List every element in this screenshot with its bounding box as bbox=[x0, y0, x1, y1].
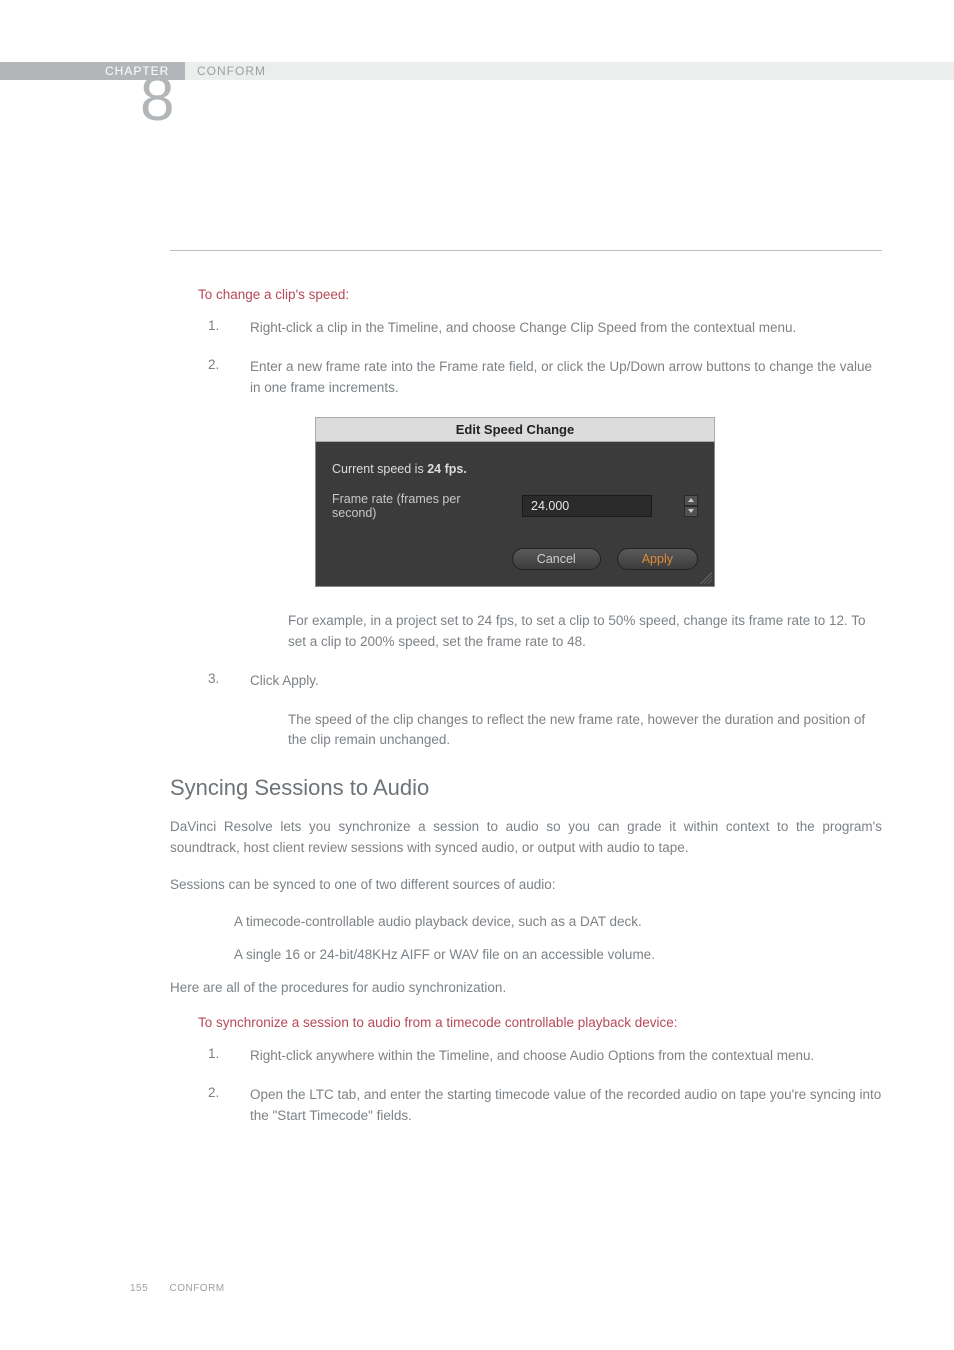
paragraph: DaVinci Resolve lets you synchronize a s… bbox=[170, 817, 882, 859]
frame-rate-stepper[interactable] bbox=[684, 495, 698, 517]
footer-label: CONFORM bbox=[169, 1283, 224, 1294]
frame-rate-field[interactable]: 24.000 bbox=[522, 495, 652, 517]
resize-grip-icon[interactable] bbox=[700, 572, 712, 584]
sync-subtitle: To synchronize a session to audio from a… bbox=[198, 1015, 882, 1030]
dialog-current-value: 24 fps. bbox=[427, 462, 467, 476]
step-number: 1. bbox=[170, 1046, 250, 1067]
section-label: CONFORM bbox=[197, 64, 266, 78]
list-item: 1. Right-click a clip in the Timeline, a… bbox=[170, 318, 882, 339]
list-item: 3. Click Apply. bbox=[170, 671, 882, 692]
speed-title: To change a clip's speed: bbox=[198, 287, 882, 302]
step-text: Right-click anywhere within the Timeline… bbox=[250, 1046, 882, 1067]
step-text: Right-click a clip in the Timeline, and … bbox=[250, 318, 882, 339]
chapter-number: 8 bbox=[140, 69, 174, 131]
list-item: 2. Open the LTC tab, and enter the start… bbox=[170, 1085, 882, 1127]
step-text: Click Apply. bbox=[250, 671, 882, 692]
step-number: 3. bbox=[170, 671, 250, 692]
dialog-title: Edit Speed Change bbox=[315, 417, 715, 442]
dialog-current-prefix: Current speed is bbox=[332, 462, 427, 476]
cancel-button[interactable]: Cancel bbox=[512, 548, 601, 570]
bullet-item: A timecode-controllable audio playback d… bbox=[234, 912, 882, 933]
apply-button[interactable]: Apply bbox=[617, 548, 698, 570]
paragraph: Here are all of the procedures for audio… bbox=[170, 978, 882, 999]
edit-speed-dialog: Edit Speed Change Current speed is 24 fp… bbox=[315, 417, 715, 587]
note-text: The speed of the clip changes to reflect… bbox=[288, 710, 882, 752]
page-number: 155 bbox=[130, 1283, 148, 1294]
list-item: 1. Right-click anywhere within the Timel… bbox=[170, 1046, 882, 1067]
frame-rate-label: Frame rate (frames per second) bbox=[332, 492, 508, 520]
paragraph: Sessions can be synced to one of two dif… bbox=[170, 875, 882, 896]
page-footer: 155 CONFORM bbox=[130, 1283, 225, 1294]
bullet-item: A single 16 or 24-bit/48KHz AIFF or WAV … bbox=[234, 945, 882, 966]
dialog-current-speed: Current speed is 24 fps. bbox=[332, 462, 698, 476]
sync-heading: Syncing Sessions to Audio bbox=[170, 775, 882, 801]
arrow-up-icon[interactable] bbox=[684, 495, 698, 506]
step-number: 2. bbox=[170, 1085, 250, 1127]
divider bbox=[170, 250, 882, 251]
step-text: Open the LTC tab, and enter the starting… bbox=[250, 1085, 882, 1127]
step-text: Enter a new frame rate into the Frame ra… bbox=[250, 357, 882, 399]
step-number: 2. bbox=[170, 357, 250, 399]
list-item: 2. Enter a new frame rate into the Frame… bbox=[170, 357, 882, 399]
arrow-down-icon[interactable] bbox=[684, 506, 698, 517]
step-number: 1. bbox=[170, 318, 250, 339]
note-text: For example, in a project set to 24 fps,… bbox=[288, 611, 882, 653]
